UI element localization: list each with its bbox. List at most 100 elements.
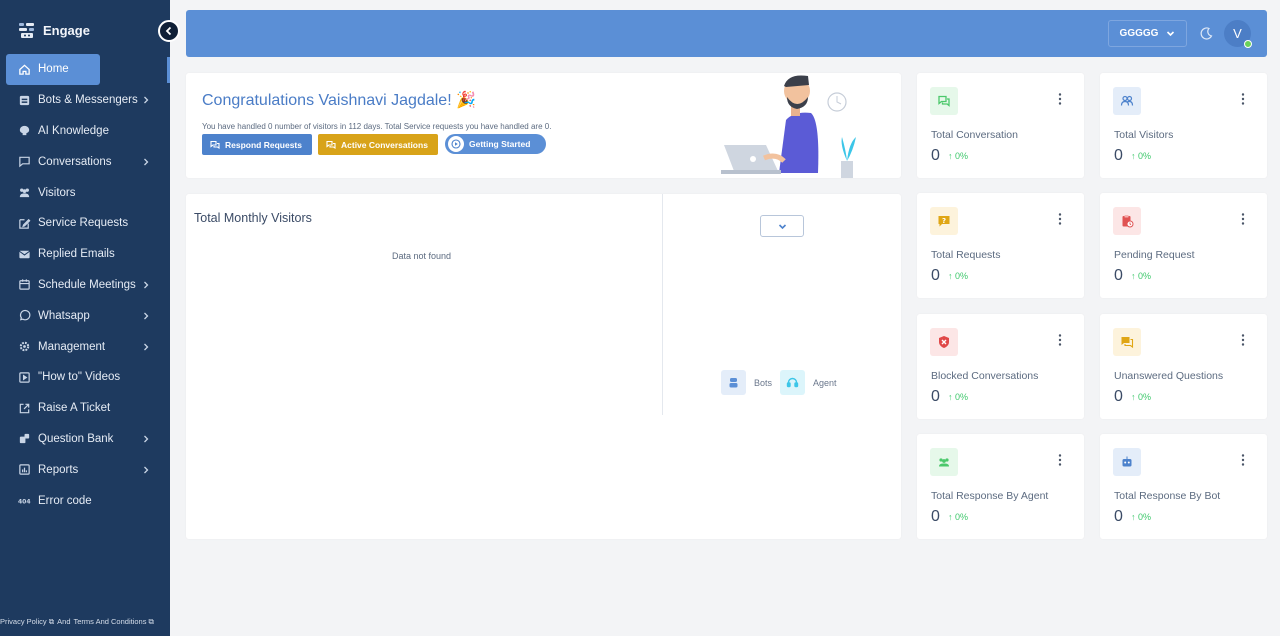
sidebar-item-label: "How to" Videos xyxy=(38,371,121,384)
sidebar-footer: Privacy Policy ⧉ And Terms And Condition… xyxy=(0,617,170,627)
stat-change-value: 0% xyxy=(1138,392,1152,402)
clipboard-clock-icon xyxy=(1113,207,1141,235)
sidebar-item-label: Schedule Meetings xyxy=(38,278,136,291)
sidebar-item-home[interactable]: Home xyxy=(6,54,100,85)
sidebar-item-schedule-meetings[interactable]: Schedule Meetings xyxy=(0,270,170,301)
calendar-icon xyxy=(18,278,31,291)
more-options-icon[interactable] xyxy=(1058,453,1062,467)
avatar-initial: V xyxy=(1233,26,1242,41)
chevron-right-icon xyxy=(144,158,149,166)
stat-value: 0 xyxy=(931,267,940,284)
more-options-icon[interactable] xyxy=(1241,453,1245,467)
sidebar-item-question-bank[interactable]: Question Bank xyxy=(0,424,170,455)
chevron-right-icon xyxy=(144,312,149,320)
stat-label: Pending Request xyxy=(1114,249,1195,261)
stat-card-blocked-conversations: Blocked Conversations 0 ↑ 0% xyxy=(917,314,1084,419)
sidebar-item-bots-messengers[interactable]: Bots & Messengers xyxy=(0,85,170,116)
chevron-right-icon xyxy=(144,96,149,104)
stat-value: 0 xyxy=(1114,508,1123,525)
more-options-icon[interactable] xyxy=(1058,212,1062,226)
more-options-icon[interactable] xyxy=(1058,92,1062,106)
whatsapp-icon xyxy=(18,309,31,322)
mail-icon xyxy=(18,248,31,261)
welcome-text: You have handled 0 number of visitors in… xyxy=(202,122,552,131)
sidebar-item-error-code[interactable]: 404 Error code xyxy=(0,485,170,516)
stat-change-value: 0% xyxy=(955,151,969,161)
stat-change-value: 0% xyxy=(955,392,969,402)
bot-legend-icon xyxy=(721,370,746,395)
stat-label: Total Requests xyxy=(931,249,1001,261)
question-bank-icon xyxy=(18,432,31,445)
stat-label: Total Visitors xyxy=(1114,129,1174,141)
more-options-icon[interactable] xyxy=(1241,333,1245,347)
stat-card-unanswered-questions: Unanswered Questions 0 ↑ 0% xyxy=(1100,314,1267,419)
sidebar-item-label: Raise A Ticket xyxy=(38,402,111,415)
sidebar-item-visitors[interactable]: Visitors xyxy=(0,177,170,208)
sidebar-item-label: Whatsapp xyxy=(38,309,90,322)
footer-and-text: And xyxy=(57,617,71,626)
org-select[interactable]: GGGGG xyxy=(1108,20,1187,47)
question-icon: ? xyxy=(930,207,958,235)
bot-icon xyxy=(18,94,31,107)
monthly-visitors-card: Total Monthly Visitors Data not found Bo… xyxy=(186,194,901,539)
sidebar-item-service-requests[interactable]: Service Requests xyxy=(0,208,170,239)
svg-text:404: 404 xyxy=(18,498,31,505)
stat-label: Total Response By Agent xyxy=(931,490,1049,502)
sidebar-item-label: Error code xyxy=(38,494,92,507)
monthly-visitors-title: Total Monthly Visitors xyxy=(194,211,312,225)
sidebar-item-raise-ticket[interactable]: Raise A Ticket xyxy=(0,393,170,424)
more-options-icon[interactable] xyxy=(1241,92,1245,106)
brand[interactable]: Engage xyxy=(17,20,90,40)
legend-label-agent: Agent xyxy=(813,377,837,388)
sidebar-item-ai-knowledge[interactable]: AI Knowledge xyxy=(0,116,170,147)
sidebar-item-label: Conversations xyxy=(38,155,112,168)
sidebar-item-label: Bots & Messengers xyxy=(38,94,138,107)
agents-icon xyxy=(930,448,958,476)
respond-requests-button[interactable]: Respond Requests xyxy=(202,134,312,155)
chart-filter-dropdown[interactable] xyxy=(760,215,804,237)
engage-logo-icon xyxy=(19,23,34,38)
moon-icon[interactable] xyxy=(1199,26,1214,41)
sidebar-item-how-to-videos[interactable]: "How to" Videos xyxy=(0,362,170,393)
chat-bubbles-icon xyxy=(326,140,336,149)
sidebar-item-management[interactable]: Management xyxy=(0,331,170,362)
stat-card-response-by-agent: Total Response By Agent 0 ↑ 0% xyxy=(917,434,1084,539)
active-conversations-button[interactable]: Active Conversations xyxy=(318,134,438,155)
privacy-policy-link[interactable]: Privacy Policy ⧉ xyxy=(0,617,54,627)
chat-bubbles-icon xyxy=(930,87,958,115)
sidebar-item-replied-emails[interactable]: Replied Emails xyxy=(0,239,170,270)
collapse-sidebar-button[interactable] xyxy=(158,20,180,42)
sidebar-item-reports[interactable]: Reports xyxy=(0,454,170,485)
chevron-right-icon xyxy=(144,466,149,474)
active-conversations-label: Active Conversations xyxy=(341,139,428,150)
sidebar-item-label: Service Requests xyxy=(38,217,129,230)
sidebar-item-whatsapp[interactable]: Whatsapp xyxy=(0,300,170,331)
stat-label: Total Conversation xyxy=(931,129,1018,141)
terms-link[interactable]: Terms And Conditions ⧉ xyxy=(74,617,154,627)
chevron-right-icon xyxy=(144,281,149,289)
top-bar: GGGGG V xyxy=(186,10,1267,57)
stat-card-total-requests: ? Total Requests 0 ↑ 0% xyxy=(917,193,1084,298)
privacy-policy-label: Privacy Policy xyxy=(0,617,47,626)
agent-legend-icon xyxy=(780,370,806,395)
sidebar-item-conversations[interactable]: Conversations xyxy=(0,146,170,177)
sidebar-item-label: Question Bank xyxy=(38,432,114,445)
stat-change: ↑ 0% xyxy=(948,151,969,161)
getting-started-button[interactable]: Getting Started xyxy=(445,134,546,154)
avatar[interactable]: V xyxy=(1224,20,1252,48)
404-icon: 404 xyxy=(18,494,31,507)
stat-change: ↑ 0% xyxy=(1131,271,1152,281)
welcome-title: Congratulations Vaishnavi Jagdale! 🎉 xyxy=(202,92,477,109)
stat-change-value: 0% xyxy=(955,512,969,522)
stat-card-total-visitors: Total Visitors 0 ↑ 0% xyxy=(1100,73,1267,178)
stat-change-value: 0% xyxy=(1138,151,1152,161)
stat-label: Blocked Conversations xyxy=(931,370,1039,382)
more-options-icon[interactable] xyxy=(1241,212,1245,226)
online-status-dot xyxy=(1244,40,1252,48)
chevron-down-icon xyxy=(778,223,786,229)
more-options-icon[interactable] xyxy=(1058,333,1062,347)
stat-change: ↑ 0% xyxy=(1131,151,1152,161)
stat-change-value: 0% xyxy=(1138,271,1152,281)
sidebar-item-label: Reports xyxy=(38,463,79,476)
users-icon xyxy=(18,186,31,199)
